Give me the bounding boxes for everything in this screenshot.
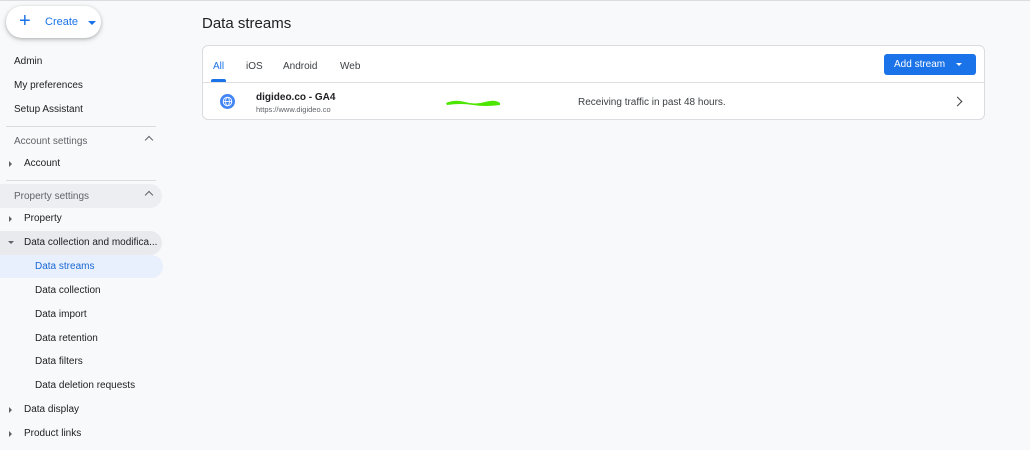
sidebar-item-label: Data collection [35, 285, 101, 296]
stream-status: Receiving traffic in past 48 hours. [578, 97, 726, 108]
sidebar-item-label: Account [24, 158, 61, 169]
sidebar-item-label: Data retention [35, 333, 98, 344]
property-settings-header[interactable]: Property settings [0, 184, 162, 208]
sidebar-item-account[interactable]: Account [0, 152, 162, 176]
tab-all[interactable]: All [213, 61, 224, 72]
sidebar-item-data-display[interactable]: Data display [0, 398, 162, 422]
stream-tabs: All iOS Android Web Add stream [203, 46, 984, 83]
expand-arrow-icon [9, 216, 12, 222]
sidebar-item-property[interactable]: Property [0, 207, 162, 231]
sidebar-item-data-collection[interactable]: Data collection [0, 279, 163, 302]
add-stream-label: Add stream [894, 59, 946, 70]
expand-arrow-icon [9, 431, 12, 437]
sidebar-item-data-collection-and-modification[interactable]: Data collection and modifica... [0, 231, 162, 255]
add-stream-button[interactable]: Add stream [884, 54, 976, 75]
plus-icon: + [19, 10, 31, 32]
sidebar-item-data-import[interactable]: Data import [0, 303, 163, 326]
divider [6, 126, 156, 127]
chevron-up-icon [144, 135, 154, 145]
sidebar-item-product-links[interactable]: Product links [0, 422, 162, 446]
sidebar-item-label: Data filters [35, 356, 83, 367]
chevron-down-icon [956, 63, 962, 66]
sidebar-item-label: Data collection and modifica... [24, 237, 158, 248]
sidebar-item-label: Product links [24, 428, 82, 439]
account-settings-label: Account settings [14, 136, 88, 147]
sidebar-item-label: Data display [24, 404, 80, 415]
sidebar-item-label: Data streams [35, 261, 95, 272]
tab-web[interactable]: Web [340, 61, 360, 72]
account-settings-header[interactable]: Account settings [0, 129, 162, 153]
chevron-up-icon [144, 190, 154, 200]
stream-name: digideo.co - GA4 [256, 92, 336, 103]
sidebar-item-data-deletion-requests[interactable]: Data deletion requests [0, 374, 163, 397]
chevron-right-icon[interactable] [952, 96, 963, 107]
expand-arrow-icon [9, 161, 12, 167]
active-tab-indicator [211, 79, 226, 82]
nav-admin[interactable]: Admin [14, 56, 42, 68]
nav-setup-assistant[interactable]: Setup Assistant [14, 104, 83, 116]
sidebar-item-data-filters[interactable]: Data filters [0, 350, 163, 373]
tab-ios[interactable]: iOS [246, 61, 263, 72]
sidebar-item-data-retention[interactable]: Data retention [0, 327, 163, 350]
property-settings-label: Property settings [14, 191, 90, 202]
sidebar-item-label: Data deletion requests [35, 380, 136, 391]
divider [6, 180, 156, 181]
stream-url: https://www.digideo.co [256, 105, 331, 114]
nav-my-preferences[interactable]: My preferences [14, 80, 83, 92]
sidebar-item-label: Data import [35, 309, 87, 320]
sidebar: + Create Admin My preferences Setup Assi… [0, 1, 168, 450]
sidebar-item-data-streams[interactable]: Data streams [0, 255, 163, 278]
chevron-down-icon [88, 21, 96, 25]
create-label: Create [45, 16, 79, 28]
data-streams-card: All iOS Android Web Add stream digideo.c… [202, 45, 985, 120]
create-button[interactable]: + Create [6, 6, 101, 38]
redaction-mark [446, 100, 500, 106]
globe-icon [220, 94, 235, 109]
tab-android[interactable]: Android [283, 61, 317, 72]
page-title: Data streams [202, 15, 292, 32]
expand-arrow-icon [9, 407, 12, 413]
collapse-arrow-icon [8, 241, 14, 244]
sidebar-item-label: Property [24, 213, 62, 224]
stream-row[interactable]: digideo.co - GA4 https://www.digideo.co … [203, 84, 984, 120]
